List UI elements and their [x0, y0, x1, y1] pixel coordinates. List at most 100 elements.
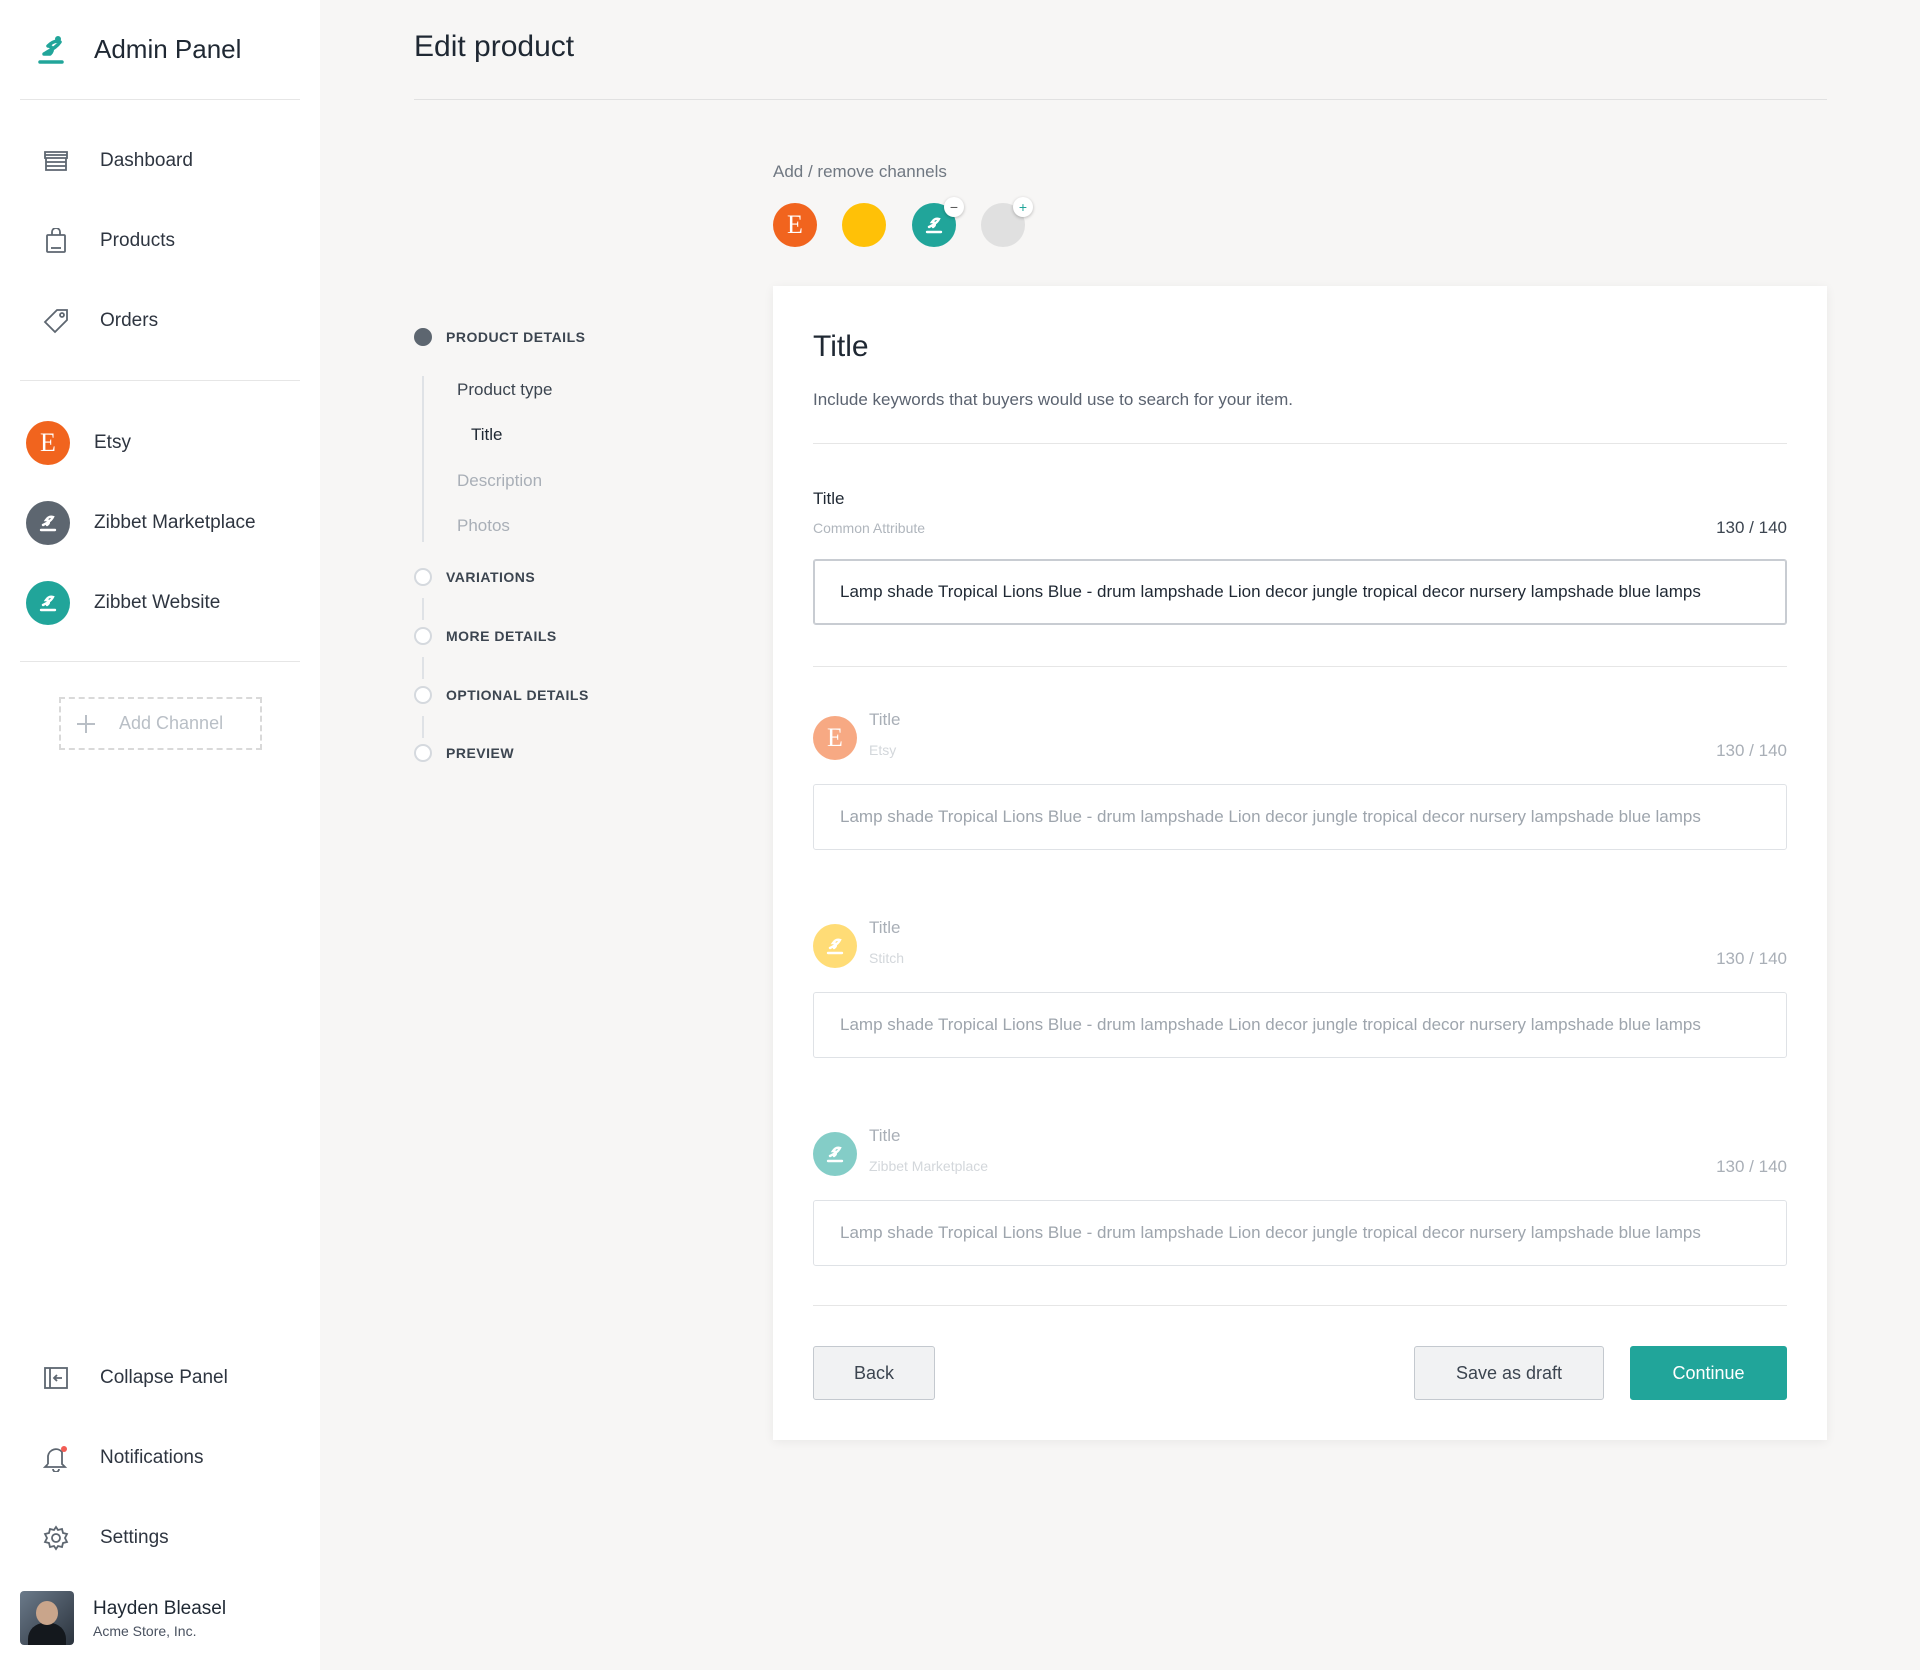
nav-products[interactable]: Products: [20, 211, 300, 271]
etsy-icon: E: [787, 210, 803, 239]
settings-button[interactable]: Settings: [20, 1508, 300, 1568]
etsy-title-input[interactable]: Lamp shade Tropical Lions Blue - drum la…: [813, 784, 1787, 850]
stitch-title-input[interactable]: Lamp shade Tropical Lions Blue - drum la…: [813, 992, 1787, 1058]
substep-description[interactable]: Description: [457, 471, 542, 491]
bell-icon: [28, 1430, 84, 1486]
card-divider: [813, 443, 1787, 444]
remove-channel-badge[interactable]: −: [944, 197, 964, 217]
sidebar: Admin Panel Dashboard Products Orders E …: [0, 0, 320, 1670]
step-label: PREVIEW: [446, 745, 515, 761]
step-connector: [422, 657, 424, 679]
step-connector: [422, 376, 424, 542]
substep-product-type[interactable]: Product type: [457, 380, 552, 400]
step-dot: [414, 686, 432, 704]
etsy-title-counter: 130 / 140: [1716, 741, 1787, 760]
etsy-title-label: Title: [869, 710, 901, 729]
add-channel-badge[interactable]: +: [1013, 197, 1033, 217]
channel-toggle-add[interactable]: +: [981, 197, 1033, 247]
stitch-channel-label: Stitch: [869, 950, 905, 966]
continue-button[interactable]: Continue: [1630, 1346, 1787, 1400]
sidebar-channel-etsy[interactable]: E Etsy: [20, 413, 300, 473]
bag-icon: [28, 213, 84, 269]
substep-photos[interactable]: Photos: [457, 516, 510, 536]
substep-title[interactable]: Title: [471, 425, 503, 445]
common-attribute-label: Common Attribute: [813, 520, 926, 536]
etsy-title-field: E Title Etsy 130 / 140 Lamp shade Tropic…: [773, 710, 1827, 866]
nav-products-label: Products: [100, 230, 175, 251]
card-subtitle: Include keywords that buyers would use t…: [813, 390, 1294, 409]
channel-toggle-zibbet[interactable]: −: [912, 197, 964, 247]
card-divider: [813, 666, 1787, 667]
page-title: Edit product: [414, 30, 575, 63]
header-divider: [414, 99, 1827, 100]
sidebar-channel-zibbet-marketplace-label: Zibbet Marketplace: [94, 512, 256, 533]
avatar: [20, 1591, 74, 1645]
zibbet-icon: [925, 217, 943, 234]
plus-icon: [77, 714, 95, 733]
sidebar-channel-zibbet-website-label: Zibbet Website: [94, 592, 221, 613]
stitch-title-counter: 130 / 140: [1716, 949, 1787, 968]
zibbet-marketplace-title-input[interactable]: Lamp shade Tropical Lions Blue - drum la…: [813, 1200, 1787, 1266]
channel-toggle-etsy[interactable]: E: [773, 203, 817, 247]
step-product-details[interactable]: PRODUCT DETAILS: [414, 328, 585, 346]
zibbet-website-icon: [26, 581, 70, 625]
zibbet-logo-icon: [26, 24, 78, 76]
step-dot: [414, 627, 432, 645]
nav-dashboard[interactable]: Dashboard: [20, 131, 300, 191]
sidebar-channel-zibbet-marketplace[interactable]: Zibbet Marketplace: [20, 493, 300, 553]
step-label: OPTIONAL DETAILS: [446, 687, 589, 703]
back-button[interactable]: Back: [813, 1346, 935, 1400]
step-label: VARIATIONS: [446, 569, 536, 585]
zibbet-marketplace-icon: [26, 501, 70, 545]
common-title-counter: 130 / 140: [1716, 518, 1787, 537]
step-more-details[interactable]: MORE DETAILS: [414, 627, 557, 645]
add-channel-label: Add Channel: [119, 713, 224, 733]
settings-label: Settings: [100, 1527, 169, 1548]
collapse-panel-button[interactable]: Collapse Panel: [20, 1348, 300, 1408]
save-draft-button[interactable]: Save as draft: [1414, 1346, 1604, 1400]
etsy-icon: E: [26, 421, 70, 465]
user-org: Acme Store, Inc.: [93, 1622, 197, 1639]
zibbet-marketplace-icon: [813, 1132, 857, 1176]
channel-toggle-stitch[interactable]: [842, 203, 886, 247]
notifications-button[interactable]: Notifications: [20, 1428, 300, 1488]
zibbet-marketplace-title-label: Title: [869, 1126, 901, 1145]
card-divider: [813, 1305, 1787, 1306]
step-label: PRODUCT DETAILS: [446, 329, 586, 345]
step-variations[interactable]: VARIATIONS: [414, 568, 535, 586]
step-connector: [422, 716, 424, 738]
zibbet-marketplace-title-counter: 130 / 140: [1716, 1157, 1787, 1176]
user-name: Hayden Bleasel: [93, 1597, 227, 1619]
add-channel-button[interactable]: Add Channel: [59, 697, 262, 750]
zibbet-marketplace-channel-label: Zibbet Marketplace: [869, 1158, 989, 1174]
stitch-title-field: Title Stitch 130 / 140 Lamp shade Tropic…: [773, 918, 1827, 1074]
step-dot: [414, 568, 432, 586]
brand[interactable]: Admin Panel: [20, 0, 300, 100]
stitch-icon: [813, 924, 857, 968]
sidebar-divider: [20, 661, 300, 662]
etsy-channel-label: Etsy: [869, 742, 897, 758]
collapse-panel-label: Collapse Panel: [100, 1367, 228, 1388]
step-dot: [414, 744, 432, 762]
common-title-label: Title: [813, 489, 845, 508]
step-connector: [422, 598, 424, 620]
nav-dashboard-label: Dashboard: [100, 150, 193, 171]
common-title-input[interactable]: Lamp shade Tropical Lions Blue - drum la…: [813, 559, 1787, 625]
card-title: Title: [813, 330, 869, 363]
sidebar-divider: [20, 380, 300, 381]
stitch-title-label: Title: [869, 918, 901, 937]
step-dot: [414, 328, 432, 346]
title-form-card: Title Include keywords that buyers would…: [773, 286, 1827, 1440]
step-label: MORE DETAILS: [446, 628, 557, 644]
collapse-icon: [28, 1350, 84, 1406]
nav-orders[interactable]: Orders: [20, 291, 300, 351]
step-preview[interactable]: PREVIEW: [414, 744, 514, 762]
nav-orders-label: Orders: [100, 310, 159, 331]
store-icon: [28, 133, 84, 189]
gear-icon: [28, 1510, 84, 1566]
notifications-label: Notifications: [100, 1447, 204, 1468]
step-optional-details[interactable]: OPTIONAL DETAILS: [414, 686, 589, 704]
sidebar-channel-zibbet-website[interactable]: Zibbet Website: [20, 573, 300, 633]
user-profile[interactable]: Hayden Bleasel Acme Store, Inc.: [20, 1590, 300, 1646]
etsy-icon: E: [813, 716, 857, 760]
